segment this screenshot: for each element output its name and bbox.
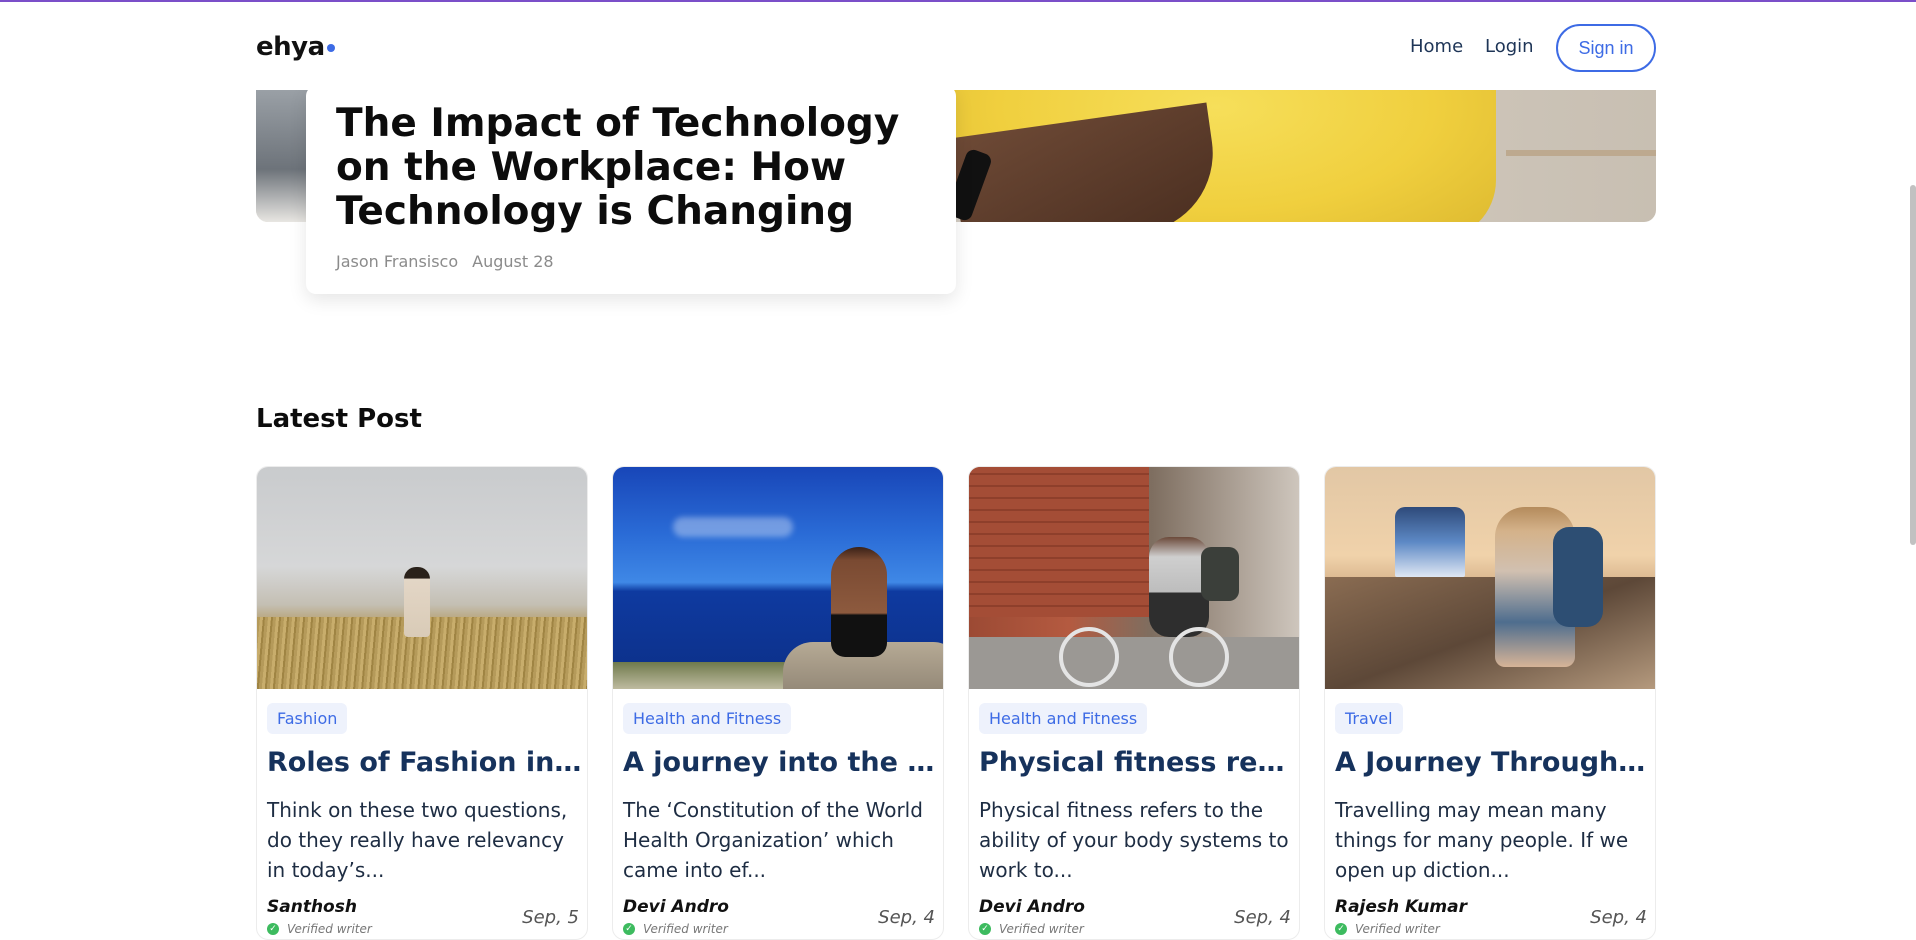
post-image[interactable] xyxy=(613,467,943,689)
post-excerpt: Think on these two questions, do they re… xyxy=(267,798,568,882)
post-title[interactable]: A journey into the wo... xyxy=(623,747,939,778)
logo-text: ehya xyxy=(256,32,325,62)
post-title[interactable]: Physical fitness refers... xyxy=(979,747,1295,778)
post-excerpt: Travelling may mean many things for many… xyxy=(1335,798,1629,882)
verified-writer-badge: ✓ Verified writer xyxy=(1335,922,1440,936)
hero-date: August 28 xyxy=(472,252,554,271)
post-excerpt: The ‘Constitution of the World Health Or… xyxy=(623,798,923,882)
verified-label: Verified writer xyxy=(1355,922,1440,936)
verified-label: Verified writer xyxy=(643,922,728,936)
verified-writer-badge: ✓ Verified writer xyxy=(979,922,1084,936)
post-author[interactable]: Rajesh Kumar xyxy=(1335,897,1467,917)
hero-card[interactable]: The Impact of Technology on the Workplac… xyxy=(306,86,956,294)
latest-post-heading: Latest Post xyxy=(256,404,422,434)
post-category-tag[interactable]: Travel xyxy=(1335,703,1403,734)
post-image[interactable] xyxy=(257,467,587,689)
post-date: Sep, 5 xyxy=(522,907,579,928)
post-image[interactable] xyxy=(1325,467,1655,689)
hero-author: Jason Fransisco xyxy=(336,252,459,271)
post-category-tag[interactable]: Fashion xyxy=(267,703,348,734)
post-card[interactable]: Health and Fitness A journey into the wo… xyxy=(612,466,944,940)
logo[interactable]: ehya xyxy=(256,32,335,62)
post-category-tag[interactable]: Health and Fitness xyxy=(979,703,1148,734)
verified-writer-badge: ✓ Verified writer xyxy=(623,922,728,936)
post-date: Sep, 4 xyxy=(1234,907,1291,928)
post-image[interactable] xyxy=(969,467,1299,689)
post-author[interactable]: Devi Andro xyxy=(979,897,1085,917)
navbar: ehya Home Login Sign in xyxy=(0,2,1916,90)
post-author[interactable]: Santhosh xyxy=(267,897,357,917)
post-date: Sep, 4 xyxy=(878,907,935,928)
post-date: Sep, 4 xyxy=(1590,907,1647,928)
post-author[interactable]: Devi Andro xyxy=(623,897,729,917)
hero-meta: Jason Fransisco August 28 xyxy=(336,252,554,271)
nav-login-link[interactable]: Login xyxy=(1485,36,1534,57)
post-category-tag[interactable]: Health and Fitness xyxy=(623,703,792,734)
check-circle-icon: ✓ xyxy=(267,923,279,935)
post-excerpt: Physical fitness refers to the ability o… xyxy=(979,798,1289,882)
verified-label: Verified writer xyxy=(287,922,372,936)
post-card[interactable]: Fashion Roles of Fashion in Ou... Think … xyxy=(256,466,588,940)
post-card[interactable]: Health and Fitness Physical fitness refe… xyxy=(968,466,1300,940)
hero-title[interactable]: The Impact of Technology on the Workplac… xyxy=(336,102,926,234)
nav-home-link[interactable]: Home xyxy=(1410,36,1463,57)
check-circle-icon: ✓ xyxy=(979,923,991,935)
post-title[interactable]: Roles of Fashion in Ou... xyxy=(267,747,583,778)
verified-writer-badge: ✓ Verified writer xyxy=(267,922,372,936)
check-circle-icon: ✓ xyxy=(623,923,635,935)
check-circle-icon: ✓ xyxy=(1335,923,1347,935)
page-scrollbar[interactable] xyxy=(1910,185,1916,545)
logo-dot-icon xyxy=(326,44,335,52)
post-title[interactable]: A Journey Through Life. xyxy=(1335,747,1651,778)
sign-in-button[interactable]: Sign in xyxy=(1556,24,1656,72)
verified-label: Verified writer xyxy=(999,922,1084,936)
post-card[interactable]: Travel A Journey Through Life. Travellin… xyxy=(1324,466,1656,940)
